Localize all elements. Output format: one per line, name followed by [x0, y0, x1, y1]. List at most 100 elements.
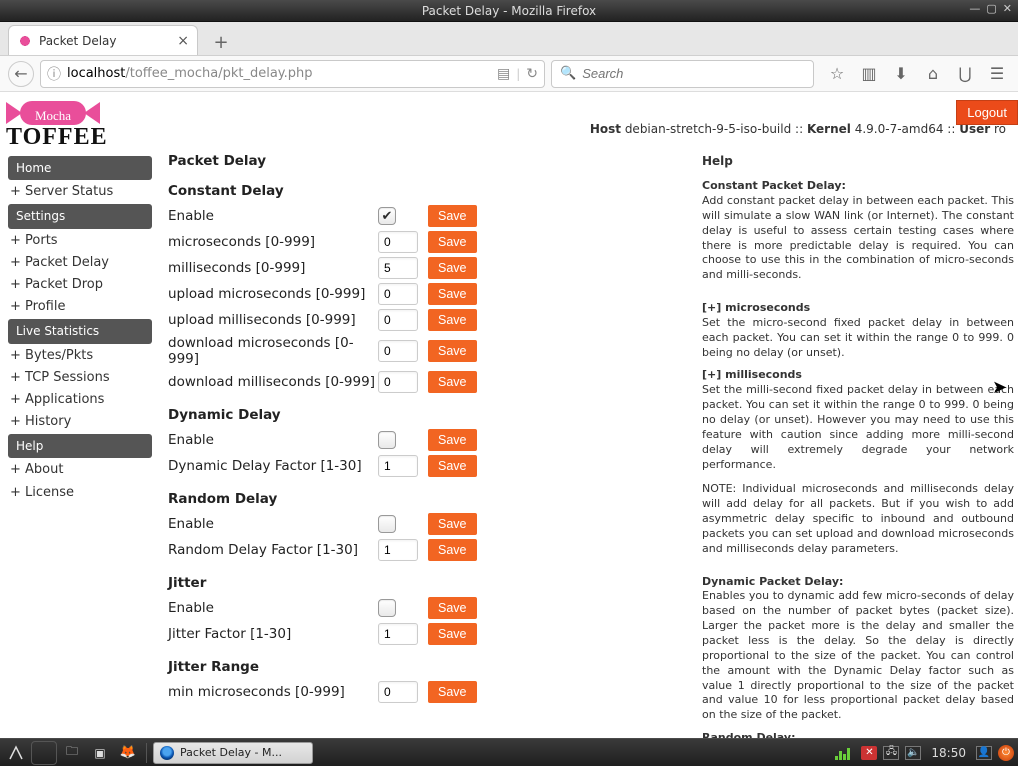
- save-button[interactable]: Save: [428, 429, 477, 451]
- tab-favicon-icon: [17, 33, 33, 49]
- label: Jitter Factor [1-30]: [168, 626, 378, 642]
- tray-user-icon[interactable]: 👤: [976, 746, 992, 760]
- task-firefox[interactable]: Packet Delay - M...: [153, 742, 313, 764]
- help-heading: [+] milliseconds: [702, 368, 1014, 383]
- sidebar-item-tcp-sessions[interactable]: TCP Sessions: [8, 367, 152, 389]
- section-jrange: Jitter Range: [168, 659, 684, 675]
- sidebar-item-packet-drop[interactable]: Packet Drop: [8, 274, 152, 296]
- firefox-launcher-icon[interactable]: 🦊: [116, 742, 140, 764]
- start-menu-icon[interactable]: [4, 742, 28, 764]
- save-button[interactable]: Save: [428, 681, 477, 703]
- url-bar[interactable]: ⓘ localhost/toffee_mocha/pkt_delay.php ▤…: [40, 60, 545, 88]
- sidebar-item-history[interactable]: History: [8, 411, 152, 433]
- save-button[interactable]: Save: [428, 231, 477, 253]
- row-jitter-1: Jitter Factor [1-30] Save: [168, 623, 684, 645]
- reload-icon[interactable]: ↻: [526, 66, 538, 82]
- brand-logo: Mocha TOFFEE: [0, 98, 160, 151]
- sidebar-item-server-status[interactable]: Server Status: [8, 181, 152, 203]
- label: microseconds [0-999]: [168, 234, 378, 250]
- task-title: Packet Delay - M...: [180, 746, 282, 759]
- input-constant-3[interactable]: [378, 283, 418, 305]
- sidebar-item-about[interactable]: About: [8, 459, 152, 481]
- save-button[interactable]: Save: [428, 539, 477, 561]
- checkbox-random-enable[interactable]: [378, 515, 396, 533]
- label: Enable: [168, 600, 378, 616]
- sidebar: HomeServer StatusSettingsPortsPacket Del…: [0, 151, 160, 738]
- checkbox-dynamic-enable[interactable]: [378, 431, 396, 449]
- sidebar-item-bytes-pkts[interactable]: Bytes/Pkts: [8, 345, 152, 367]
- row-random-0: Enable Save: [168, 513, 684, 535]
- row-constant-4: upload milliseconds [0-999]Save: [168, 309, 684, 331]
- back-button[interactable]: ←: [8, 61, 34, 87]
- sidebar-item-license[interactable]: License: [8, 482, 152, 504]
- input-constant-2[interactable]: [378, 257, 418, 279]
- reader-mode-icon[interactable]: ▤: [497, 66, 510, 82]
- save-button[interactable]: Save: [428, 513, 477, 535]
- sidebar-item-ports[interactable]: Ports: [8, 230, 152, 252]
- save-button[interactable]: Save: [428, 257, 477, 279]
- host-info-line: Host debian-stretch-9-5-iso-build :: Ker…: [590, 98, 1008, 136]
- input-jrange-0[interactable]: [378, 681, 418, 703]
- row-constant-5: download microseconds [0-999]Save: [168, 335, 684, 367]
- library-icon[interactable]: ▥: [856, 61, 882, 87]
- tab-bar: Packet Delay × +: [0, 22, 1018, 56]
- pocket-icon[interactable]: ⋃: [952, 61, 978, 87]
- tray-volume-icon[interactable]: 🔈: [905, 746, 921, 760]
- input-random-1[interactable]: [378, 539, 418, 561]
- sidebar-item-packet-delay[interactable]: Packet Delay: [8, 252, 152, 274]
- home-icon[interactable]: ⌂: [920, 61, 946, 87]
- save-button[interactable]: Save: [428, 309, 477, 331]
- tab-packet-delay[interactable]: Packet Delay ×: [8, 25, 198, 55]
- input-constant-1[interactable]: [378, 231, 418, 253]
- save-button[interactable]: Save: [428, 340, 477, 362]
- help-heading: Random Delay:: [702, 731, 1014, 738]
- sidebar-item-profile[interactable]: Profile: [8, 296, 152, 318]
- downloads-icon[interactable]: ⬇: [888, 61, 914, 87]
- checkbox-jitter-enable[interactable]: [378, 599, 396, 617]
- save-button[interactable]: Save: [428, 455, 477, 477]
- new-tab-button[interactable]: +: [208, 29, 234, 55]
- tray-error-icon[interactable]: ✕: [861, 746, 877, 760]
- bookmark-star-icon[interactable]: ☆: [824, 61, 850, 87]
- site-info-icon[interactable]: ⓘ: [47, 64, 61, 84]
- tray-activity-icon[interactable]: [835, 746, 855, 760]
- terminal-launcher-icon[interactable]: ▣: [88, 742, 112, 764]
- search-input[interactable]: [582, 66, 805, 81]
- maximize-icon[interactable]: ▢: [986, 2, 996, 15]
- input-constant-5[interactable]: [378, 340, 418, 362]
- file-manager-launcher-icon[interactable]: 🗀: [60, 742, 84, 764]
- tray-power-icon[interactable]: ⏻: [998, 745, 1014, 761]
- label: Dynamic Delay Factor [1-30]: [168, 458, 378, 474]
- sidebar-group-live-statistics[interactable]: Live Statistics: [8, 319, 152, 343]
- row-dynamic-1: Dynamic Delay Factor [1-30] Save: [168, 455, 684, 477]
- save-button[interactable]: Save: [428, 205, 477, 227]
- sidebar-item-applications[interactable]: Applications: [8, 389, 152, 411]
- search-bar[interactable]: 🔍: [551, 60, 814, 88]
- row-constant-2: milliseconds [0-999]Save: [168, 257, 684, 279]
- save-button[interactable]: Save: [428, 597, 477, 619]
- tray-network-icon[interactable]: 🖧: [883, 746, 899, 760]
- main-content: Packet Delay Constant DelayEnableSavemic…: [160, 151, 696, 738]
- close-icon[interactable]: ✕: [1003, 2, 1012, 15]
- input-jitter-1[interactable]: [378, 623, 418, 645]
- sidebar-group-help[interactable]: Help: [8, 434, 152, 458]
- label: Enable: [168, 516, 378, 532]
- tray-clock[interactable]: 18:50: [927, 746, 970, 760]
- minimize-icon[interactable]: —: [969, 2, 980, 15]
- save-button[interactable]: Save: [428, 371, 477, 393]
- checkbox-constant-enable[interactable]: [378, 207, 396, 225]
- task-firefox-icon: [160, 746, 174, 760]
- sidebar-group-home[interactable]: Home: [8, 156, 152, 180]
- show-desktop-icon[interactable]: [32, 742, 56, 764]
- save-button[interactable]: Save: [428, 623, 477, 645]
- section-random: Random Delay: [168, 491, 684, 507]
- label: download milliseconds [0-999]: [168, 374, 378, 390]
- input-constant-4[interactable]: [378, 309, 418, 331]
- save-button[interactable]: Save: [428, 283, 477, 305]
- tab-close-icon[interactable]: ×: [177, 34, 189, 48]
- input-dynamic-1[interactable]: [378, 455, 418, 477]
- logout-button[interactable]: Logout: [956, 100, 1018, 125]
- input-constant-6[interactable]: [378, 371, 418, 393]
- menu-icon[interactable]: ☰: [984, 61, 1010, 87]
- sidebar-group-settings[interactable]: Settings: [8, 204, 152, 228]
